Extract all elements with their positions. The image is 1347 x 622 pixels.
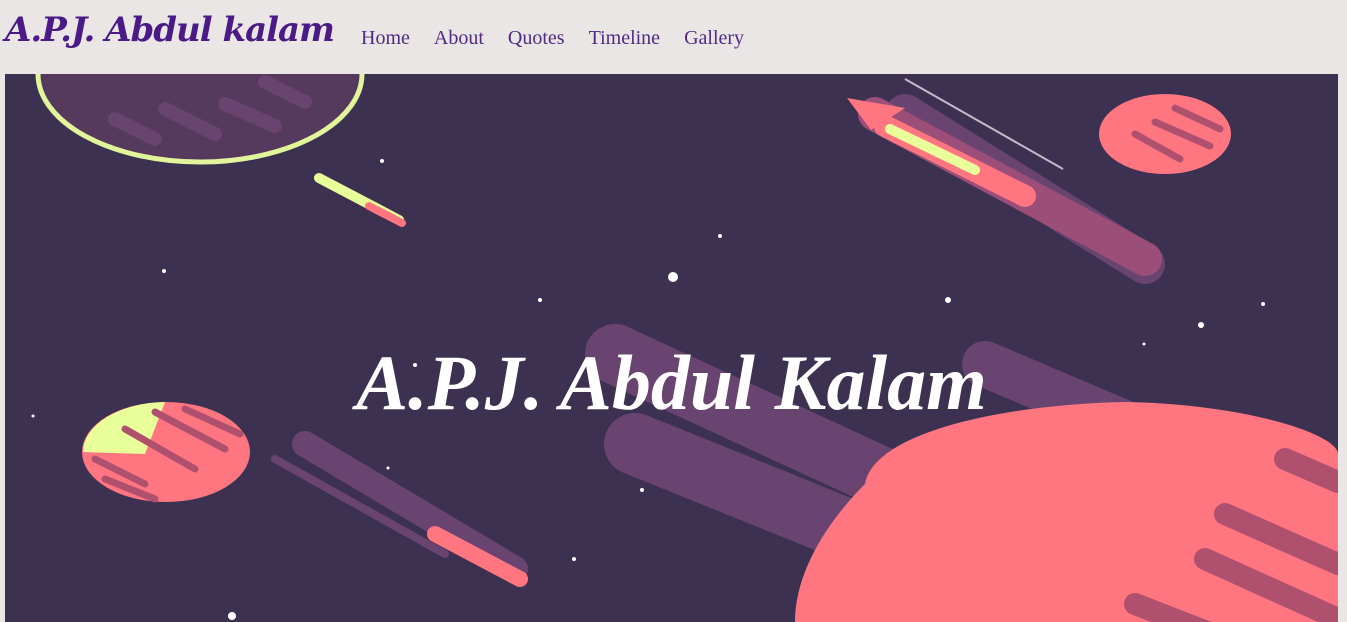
nav-link-timeline[interactable]: Timeline (589, 27, 661, 49)
nav-link-about[interactable]: About (434, 27, 484, 49)
nav-item-about: About (434, 27, 484, 50)
nav-link-gallery[interactable]: Gallery (684, 27, 744, 49)
nav-item-gallery: Gallery (684, 27, 744, 50)
planet-top-left (35, 74, 365, 165)
nav-item-home: Home (361, 27, 410, 50)
nav-menu: Home About Quotes Timeline Gallery (361, 27, 744, 50)
nav-item-quotes: Quotes (508, 27, 565, 50)
planet-bottom-right (795, 402, 1338, 622)
comet-small (314, 173, 406, 227)
planet-top-right (1099, 94, 1231, 174)
comet-top-right (847, 78, 1162, 276)
nav-item-timeline: Timeline (589, 27, 661, 50)
brand-logo-link[interactable]: A.P.J. Abdul kalam (5, 10, 335, 50)
hero-title: A.P.J. Abdul Kalam (356, 339, 987, 427)
top-navbar: A.P.J. Abdul kalam Home About Quotes Tim… (0, 0, 1347, 74)
hero-banner: A.P.J. Abdul Kalam (5, 74, 1338, 622)
nav-link-quotes[interactable]: Quotes (508, 27, 565, 49)
nav-link-home[interactable]: Home (361, 27, 410, 49)
